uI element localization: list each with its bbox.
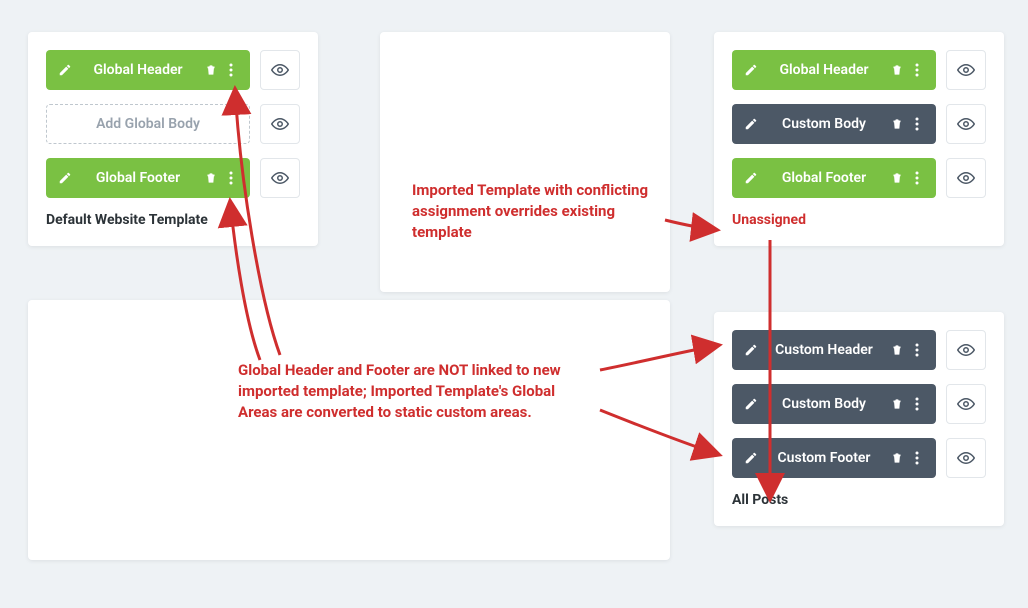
visibility-toggle[interactable]: [946, 384, 986, 424]
annotation-text: Global Header and Footer are NOT linked …: [238, 360, 568, 423]
pill-label: Global Footer: [760, 170, 888, 186]
pill-label: Custom Header: [760, 342, 888, 358]
custom-footer-pill[interactable]: Custom Footer: [732, 438, 936, 478]
template-row: Global Header: [732, 50, 986, 90]
template-row: Global Header: [46, 50, 300, 90]
annotation-text: Imported Template with conflicting assig…: [412, 180, 667, 243]
visibility-toggle[interactable]: [946, 330, 986, 370]
dots-icon[interactable]: [222, 171, 240, 185]
add-global-body-pill[interactable]: Add Global Body: [46, 104, 250, 144]
global-header-pill[interactable]: Global Header: [732, 50, 936, 90]
pencil-icon: [56, 171, 74, 185]
trash-icon[interactable]: [888, 171, 906, 185]
template-row: Custom Body: [732, 104, 986, 144]
custom-body-pill[interactable]: Custom Body: [732, 104, 936, 144]
global-footer-pill[interactable]: Global Footer: [46, 158, 250, 198]
pill-label: Custom Body: [760, 116, 888, 132]
template-row: Custom Header: [732, 330, 986, 370]
pill-label: Custom Footer: [760, 450, 888, 466]
template-title: Default Website Template: [46, 212, 300, 228]
template-row: Add Global Body: [46, 104, 300, 144]
pencil-icon: [56, 63, 74, 77]
visibility-toggle[interactable]: [946, 104, 986, 144]
empty-template-card: [380, 32, 670, 292]
trash-icon[interactable]: [888, 397, 906, 411]
visibility-toggle[interactable]: [946, 50, 986, 90]
template-row: Global Footer: [732, 158, 986, 198]
dots-icon[interactable]: [908, 63, 926, 77]
template-title: All Posts: [732, 492, 986, 508]
global-header-pill[interactable]: Global Header: [46, 50, 250, 90]
dots-icon[interactable]: [222, 63, 240, 77]
custom-body-pill[interactable]: Custom Body: [732, 384, 936, 424]
template-card-unassigned: Global Header Custom Body Global Footer: [714, 32, 1004, 246]
dots-icon[interactable]: [908, 117, 926, 131]
dots-icon[interactable]: [908, 397, 926, 411]
custom-header-pill[interactable]: Custom Header: [732, 330, 936, 370]
dots-icon[interactable]: [908, 343, 926, 357]
trash-icon[interactable]: [888, 451, 906, 465]
trash-icon[interactable]: [202, 63, 220, 77]
trash-icon[interactable]: [888, 117, 906, 131]
pill-label: Global Footer: [74, 170, 202, 186]
pencil-icon: [742, 171, 760, 185]
trash-icon[interactable]: [888, 63, 906, 77]
template-row: Global Footer: [46, 158, 300, 198]
template-row: Custom Body: [732, 384, 986, 424]
dots-icon[interactable]: [908, 451, 926, 465]
template-card-default: Global Header Add Global Body Global Foo…: [28, 32, 318, 246]
pencil-icon: [742, 451, 760, 465]
pencil-icon: [742, 397, 760, 411]
pill-label: Custom Body: [760, 396, 888, 412]
visibility-toggle[interactable]: [946, 438, 986, 478]
visibility-toggle[interactable]: [260, 104, 300, 144]
visibility-toggle[interactable]: [260, 50, 300, 90]
trash-icon[interactable]: [888, 343, 906, 357]
pencil-icon: [742, 343, 760, 357]
visibility-toggle[interactable]: [946, 158, 986, 198]
pill-label: Global Header: [760, 62, 888, 78]
empty-wide-card: [28, 300, 670, 560]
pill-label: Add Global Body: [57, 116, 239, 132]
template-row: Custom Footer: [732, 438, 986, 478]
template-card-allposts: Custom Header Custom Body Custom Footer: [714, 312, 1004, 526]
pencil-icon: [742, 63, 760, 77]
global-footer-pill[interactable]: Global Footer: [732, 158, 936, 198]
pencil-icon: [742, 117, 760, 131]
visibility-toggle[interactable]: [260, 158, 300, 198]
dots-icon[interactable]: [908, 171, 926, 185]
pill-label: Global Header: [74, 62, 202, 78]
template-title: Unassigned: [732, 212, 986, 228]
trash-icon[interactable]: [202, 171, 220, 185]
